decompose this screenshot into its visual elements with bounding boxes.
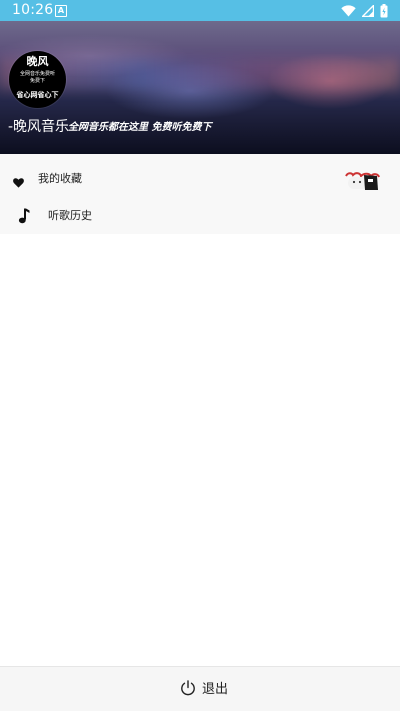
menu-list: 我的收藏 听歌历史 — [0, 154, 400, 234]
logo-subtitle: 全网音乐免费听 — [19, 71, 55, 77]
menu-item-history[interactable]: 听歌历史 — [0, 197, 400, 237]
notification-app-icon: A — [55, 5, 67, 17]
app-logo[interactable]: 晚风 全网音乐免费听 免费下 省心网省心下 — [9, 51, 66, 108]
signal-icon — [362, 5, 374, 17]
logo-subtitle-2: 免费下 — [29, 78, 45, 84]
logout-label: 退出 — [202, 682, 229, 697]
status-time: 10:26 — [12, 2, 54, 18]
battery-icon — [380, 4, 388, 18]
menu-item-label: 我的收藏 — [38, 172, 82, 185]
logo-title: 晚风 — [26, 55, 49, 68]
heart-icon — [13, 173, 24, 192]
status-icons — [341, 3, 388, 19]
logout-button[interactable]: 退出 — [180, 679, 228, 701]
wifi-icon — [341, 5, 356, 17]
app-slogan: 全网音乐都在这里 免费听免费下 — [68, 122, 212, 133]
header-banner: 晚风 全网音乐免费听 免费下 省心网省心下 -晚风音乐 全网音乐都在这里 免费听… — [0, 21, 400, 154]
bottom-bar: 退出 — [0, 666, 400, 711]
menu-item-favorites[interactable]: 我的收藏 — [0, 160, 400, 200]
menu-item-label: 听歌历史 — [48, 209, 92, 222]
power-icon — [180, 680, 196, 700]
music-note-icon — [18, 208, 30, 228]
status-bar: 10:26 A — [0, 0, 400, 21]
app-name: -晚风音乐 — [8, 119, 70, 135]
mascot-icon — [344, 170, 380, 192]
logo-bottom-text: 省心网省心下 — [16, 91, 59, 99]
